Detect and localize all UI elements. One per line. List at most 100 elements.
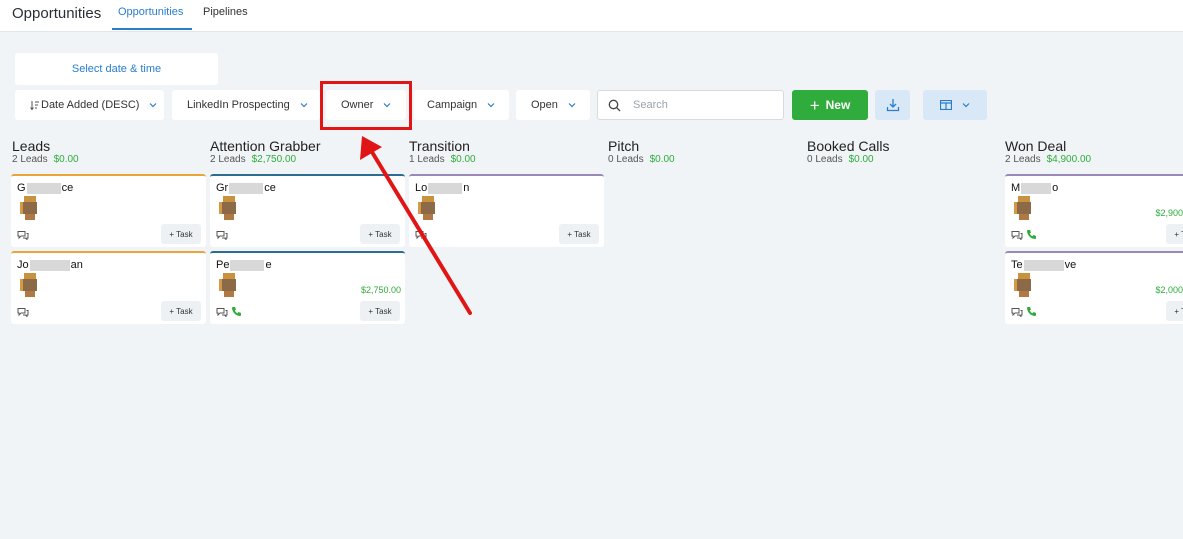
add-task-button[interactable]: + Task bbox=[1166, 224, 1183, 244]
chat-icon[interactable] bbox=[17, 307, 29, 317]
card-contact-name: Gce bbox=[17, 182, 74, 194]
chevron-down-icon bbox=[150, 103, 157, 108]
add-task-button[interactable]: + Task bbox=[1166, 301, 1183, 321]
campaign-label: Campaign bbox=[427, 99, 478, 111]
status-dropdown[interactable]: Open bbox=[516, 90, 590, 120]
card-contact-name: Lo n bbox=[415, 182, 470, 194]
opportunity-card[interactable]: Pe e $2,750.00 + Task bbox=[210, 251, 405, 324]
redacted-text bbox=[229, 182, 264, 194]
avatar bbox=[219, 273, 239, 297]
phone-icon[interactable] bbox=[231, 306, 242, 317]
chevron-down-icon bbox=[487, 103, 495, 108]
redacted-text bbox=[1021, 182, 1052, 194]
download-icon bbox=[886, 99, 899, 112]
card-amount: $2,750.00 bbox=[360, 285, 401, 295]
sort-dropdown[interactable]: Date Added (DESC) bbox=[15, 90, 164, 120]
opportunity-card[interactable]: Teve $2,000 + Task bbox=[1005, 251, 1183, 324]
column-amount: $4,900.00 bbox=[1046, 154, 1092, 165]
add-task-button[interactable]: + Task bbox=[360, 301, 400, 321]
redacted-text bbox=[29, 259, 70, 271]
column-title-won-deal: Won Deal bbox=[1005, 138, 1067, 154]
column-lead-count: 2 Leads bbox=[12, 154, 48, 165]
search-input[interactable] bbox=[633, 99, 773, 111]
opportunity-card[interactable]: Gr ce + Task bbox=[210, 174, 405, 247]
date-picker[interactable]: Select date & time bbox=[15, 53, 218, 85]
column-meta: 0 Leads $0.00 bbox=[608, 154, 675, 165]
column-lead-count: 2 Leads bbox=[210, 154, 246, 165]
avatar bbox=[20, 273, 40, 297]
column-lead-count: 0 Leads bbox=[608, 154, 644, 165]
tab-pipelines[interactable]: Pipelines bbox=[203, 6, 248, 18]
card-amount: $2,900 bbox=[1155, 208, 1183, 218]
redacted-text bbox=[1023, 259, 1064, 271]
column-amount: $0.00 bbox=[848, 154, 874, 165]
column-title-transition: Transition bbox=[409, 138, 470, 154]
add-task-button[interactable]: + Task bbox=[161, 301, 201, 321]
board-view-icon bbox=[940, 100, 952, 110]
redacted-text bbox=[230, 259, 265, 271]
sort-icon bbox=[30, 100, 39, 110]
chat-icon[interactable] bbox=[1011, 307, 1023, 317]
tab-opportunities[interactable]: Opportunities bbox=[118, 6, 183, 18]
column-title-leads: Leads bbox=[12, 138, 51, 154]
chat-icon[interactable] bbox=[216, 307, 228, 317]
opportunity-card[interactable]: Jo an + Task bbox=[11, 251, 206, 324]
add-task-button[interactable]: + Task bbox=[559, 224, 599, 244]
avatar bbox=[20, 196, 40, 220]
opportunity-card[interactable]: Mo $2,900 + Task bbox=[1005, 174, 1183, 247]
column-amount: $0.00 bbox=[450, 154, 476, 165]
column-meta: 2 Leads $4,900.00 bbox=[1005, 154, 1091, 165]
column-meta: 0 Leads $0.00 bbox=[807, 154, 874, 165]
avatar bbox=[418, 196, 438, 220]
chat-icon[interactable] bbox=[415, 230, 427, 240]
annotation-highlight-box bbox=[320, 81, 412, 130]
chevron-down-icon bbox=[962, 103, 970, 108]
column-meta: 1 Leads $0.00 bbox=[409, 154, 476, 165]
date-picker-label: Select date & time bbox=[71, 63, 162, 75]
column-title-pitch: Pitch bbox=[608, 138, 640, 154]
plus-icon: + bbox=[809, 95, 820, 115]
add-task-button[interactable]: + Task bbox=[360, 224, 400, 244]
column-meta: 2 Leads $0.00 bbox=[12, 154, 79, 165]
top-bar: Opportunities Opportunities Pipelines bbox=[0, 0, 1183, 32]
chat-icon[interactable] bbox=[17, 230, 29, 240]
opportunity-card[interactable]: Gce + Task bbox=[11, 174, 206, 247]
phone-icon[interactable] bbox=[1026, 306, 1037, 317]
pipeline-label: LinkedIn Prospecting bbox=[187, 99, 290, 111]
add-task-button[interactable]: + Task bbox=[161, 224, 201, 244]
search-icon bbox=[608, 99, 621, 111]
active-tab-indicator bbox=[112, 28, 192, 30]
chat-icon[interactable] bbox=[216, 230, 228, 240]
phone-icon[interactable] bbox=[1026, 229, 1037, 240]
redacted-text bbox=[428, 182, 463, 194]
column-amount: $0.00 bbox=[53, 154, 79, 165]
status-label: Open bbox=[531, 99, 558, 111]
redacted-text bbox=[26, 182, 61, 194]
search-box[interactable] bbox=[597, 90, 784, 120]
column-lead-count: 1 Leads bbox=[409, 154, 445, 165]
opportunity-card[interactable]: Lo n + Task bbox=[409, 174, 604, 247]
avatar bbox=[219, 196, 239, 220]
column-amount: $2,750.00 bbox=[251, 154, 297, 165]
download-button[interactable] bbox=[875, 90, 910, 120]
column-title-booked-calls: Booked Calls bbox=[807, 138, 890, 154]
pipeline-dropdown[interactable]: LinkedIn Prospecting bbox=[172, 90, 320, 120]
chat-icon[interactable] bbox=[1011, 230, 1023, 240]
avatar bbox=[1014, 196, 1034, 220]
column-lead-count: 2 Leads bbox=[1005, 154, 1041, 165]
card-contact-name: Gr ce bbox=[216, 182, 276, 194]
chevron-down-icon bbox=[300, 103, 308, 108]
card-contact-name: Te ve bbox=[1011, 259, 1077, 271]
column-title-attention-grabber: Attention Grabber bbox=[210, 138, 321, 154]
page-title: Opportunities bbox=[12, 5, 102, 22]
card-contact-name: Pe e bbox=[216, 259, 272, 271]
sort-label: Date Added (DESC) bbox=[41, 99, 140, 111]
chevron-down-icon bbox=[568, 103, 576, 108]
card-contact-name: Jo an bbox=[17, 259, 83, 271]
column-lead-count: 0 Leads bbox=[807, 154, 843, 165]
card-contact-name: Mo bbox=[1011, 182, 1059, 194]
view-toggle-button[interactable] bbox=[923, 90, 987, 120]
campaign-dropdown[interactable]: Campaign bbox=[414, 90, 509, 120]
new-opportunity-button[interactable]: + New bbox=[792, 90, 868, 120]
avatar bbox=[1014, 273, 1034, 297]
